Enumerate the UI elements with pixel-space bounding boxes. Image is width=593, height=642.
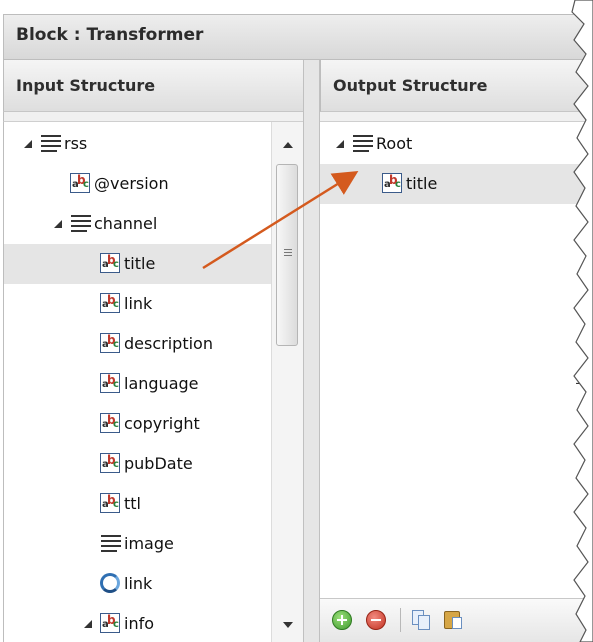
string-type-icon: abc bbox=[100, 293, 122, 315]
output-toolbar bbox=[320, 598, 593, 642]
output-structure-header: Output Structure bbox=[320, 60, 593, 112]
input-tree-node[interactable]: a b c pubDate bbox=[4, 444, 272, 484]
expand-triangle-icon[interactable] bbox=[83, 578, 91, 590]
output-tree-node[interactable]: a b c title bbox=[320, 164, 593, 204]
string-type-icon: abc bbox=[100, 613, 122, 635]
input-node-label: description bbox=[124, 334, 213, 353]
resize-cursor-icon: ⅃ bbox=[576, 372, 584, 388]
collapse-triangle-icon[interactable] bbox=[24, 140, 32, 148]
string-type-icon: abc bbox=[70, 173, 92, 195]
input-node-label: language bbox=[124, 374, 199, 393]
collapse-triangle-icon[interactable] bbox=[336, 140, 344, 148]
add-icon[interactable] bbox=[332, 610, 352, 630]
output-column-strip bbox=[320, 112, 593, 122]
input-node-label: link bbox=[124, 294, 153, 313]
scroll-grip-icon bbox=[284, 249, 292, 250]
input-node-label: image bbox=[124, 534, 174, 553]
output-tree-node[interactable]: Root bbox=[320, 124, 593, 164]
string-type-icon: abc bbox=[382, 173, 404, 195]
output-node-label: Root bbox=[376, 134, 413, 153]
input-tree-node[interactable]: a b c language bbox=[4, 364, 272, 404]
string-type-icon: abc bbox=[100, 413, 122, 435]
output-node-label: title bbox=[406, 174, 438, 193]
input-node-label: copyright bbox=[124, 414, 200, 433]
input-tree-scrollbar[interactable] bbox=[271, 122, 303, 642]
window-title: Block : Transformer bbox=[16, 25, 204, 45]
input-tree-node[interactable]: a b c title bbox=[4, 244, 272, 284]
string-type-icon: abc bbox=[100, 333, 122, 355]
transformer-window: Block : Transformer Input Structure Outp… bbox=[0, 0, 593, 642]
structure-icon bbox=[70, 213, 92, 235]
toolbar-separator bbox=[400, 608, 401, 632]
input-tree-node[interactable]: channel bbox=[4, 204, 272, 244]
scrollbar-thumb[interactable] bbox=[276, 164, 298, 346]
copy-icon[interactable] bbox=[412, 610, 432, 630]
input-tree-node[interactable]: a b c ttl bbox=[4, 484, 272, 524]
window-title-bar: Block : Transformer bbox=[3, 14, 593, 60]
scroll-up-arrow-icon[interactable] bbox=[283, 142, 293, 148]
input-structure-header: Input Structure bbox=[3, 60, 303, 112]
remove-icon[interactable] bbox=[366, 610, 386, 630]
input-tree-node[interactable]: a b c description bbox=[4, 324, 272, 364]
input-tree-node[interactable]: link bbox=[4, 564, 272, 604]
collapse-triangle-icon[interactable] bbox=[54, 220, 62, 228]
structure-icon bbox=[352, 133, 374, 155]
expand-triangle-icon[interactable] bbox=[83, 538, 91, 550]
input-node-label: pubDate bbox=[124, 454, 193, 473]
loop-icon bbox=[100, 573, 122, 595]
input-tree-node[interactable]: a b c link bbox=[4, 284, 272, 324]
paste-icon[interactable] bbox=[444, 610, 464, 630]
input-node-label: link bbox=[124, 574, 153, 593]
output-structure-tree[interactable]: Root a b c title bbox=[320, 122, 593, 602]
input-tree-node[interactable]: a b c @version bbox=[4, 164, 272, 204]
panel-splitter[interactable] bbox=[303, 60, 320, 642]
structure-icon bbox=[40, 133, 62, 155]
input-node-label: channel bbox=[94, 214, 158, 233]
string-type-icon: abc bbox=[100, 493, 122, 515]
input-node-label: info bbox=[124, 614, 155, 633]
input-tree-node[interactable]: rss bbox=[4, 124, 272, 164]
string-type-icon: abc bbox=[100, 373, 122, 395]
input-node-label: ttl bbox=[124, 494, 141, 513]
input-structure-title: Input Structure bbox=[16, 76, 156, 95]
input-node-label: title bbox=[124, 254, 156, 273]
input-tree-node[interactable]: a b c copyright bbox=[4, 404, 272, 444]
collapse-triangle-icon[interactable] bbox=[84, 620, 92, 628]
input-tree-node[interactable]: image bbox=[4, 524, 272, 564]
string-type-icon: abc bbox=[100, 253, 122, 275]
input-structure-tree[interactable]: rss a b c @version channel a b c title a b c link a b c d… bbox=[3, 122, 303, 642]
input-node-label: @version bbox=[94, 174, 169, 193]
structure-icon bbox=[100, 533, 122, 555]
input-tree-node[interactable]: a b c info bbox=[4, 604, 272, 642]
string-type-icon: abc bbox=[100, 453, 122, 475]
scroll-down-arrow-icon[interactable] bbox=[283, 622, 293, 628]
input-column-strip bbox=[3, 112, 303, 122]
output-structure-title: Output Structure bbox=[333, 76, 488, 95]
input-node-label: rss bbox=[64, 134, 88, 153]
